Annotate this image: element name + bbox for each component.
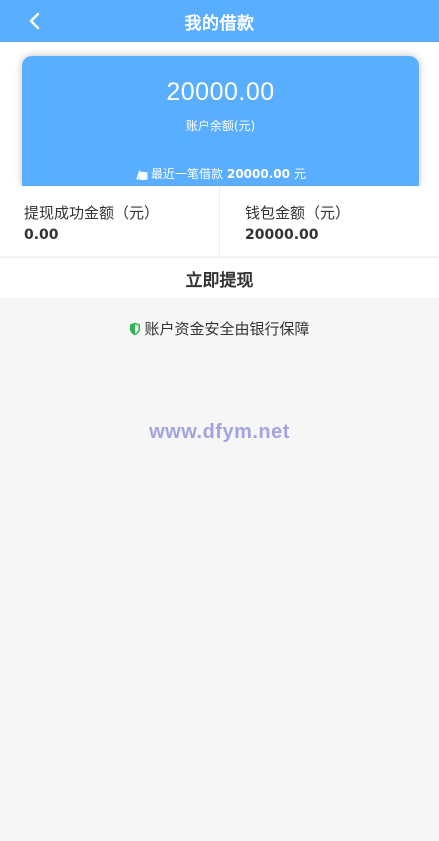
recent-loan-prefix: 最近一笔借款 xyxy=(150,167,223,181)
recent-loan-amount: 20000.00 xyxy=(226,166,290,181)
shield-icon xyxy=(130,322,141,335)
balance-label: 账户余额(元) xyxy=(185,119,256,133)
stat-label: 提现成功金额（元） xyxy=(24,204,160,222)
balance-card: 20000.00 账户余额(元) 最近一笔借款 20000.00 元 xyxy=(22,56,419,186)
stat-wallet: 钱包金额（元） 20000.00 xyxy=(219,186,439,256)
stat-withdrawn: 提现成功金额（元） 0.00 xyxy=(0,186,219,256)
stats-row: 提现成功金额（元） 0.00 钱包金额（元） 20000.00 xyxy=(0,186,439,256)
security-note: 账户资金安全由银行保障 xyxy=(0,318,439,339)
stat-value: 0.00 xyxy=(24,227,59,243)
balance-amount: 20000.00 xyxy=(166,78,275,106)
page-title: 我的借款 xyxy=(184,13,255,34)
watermark: www.dfym.net xyxy=(149,421,290,443)
withdraw-button[interactable]: 立即提现 xyxy=(0,257,439,298)
security-text: 账户资金安全由银行保障 xyxy=(144,320,310,338)
back-button[interactable] xyxy=(18,6,52,36)
recent-loan-info: 最近一笔借款 20000.00 元 xyxy=(22,165,419,182)
stat-label: 钱包金额（元） xyxy=(245,204,351,222)
stat-value: 20000.00 xyxy=(245,227,319,243)
coin-stack-icon xyxy=(136,169,148,180)
recent-loan-suffix: 元 xyxy=(294,167,307,181)
chevron-left-icon xyxy=(29,12,40,30)
app-header: 我的借款 xyxy=(0,0,439,42)
